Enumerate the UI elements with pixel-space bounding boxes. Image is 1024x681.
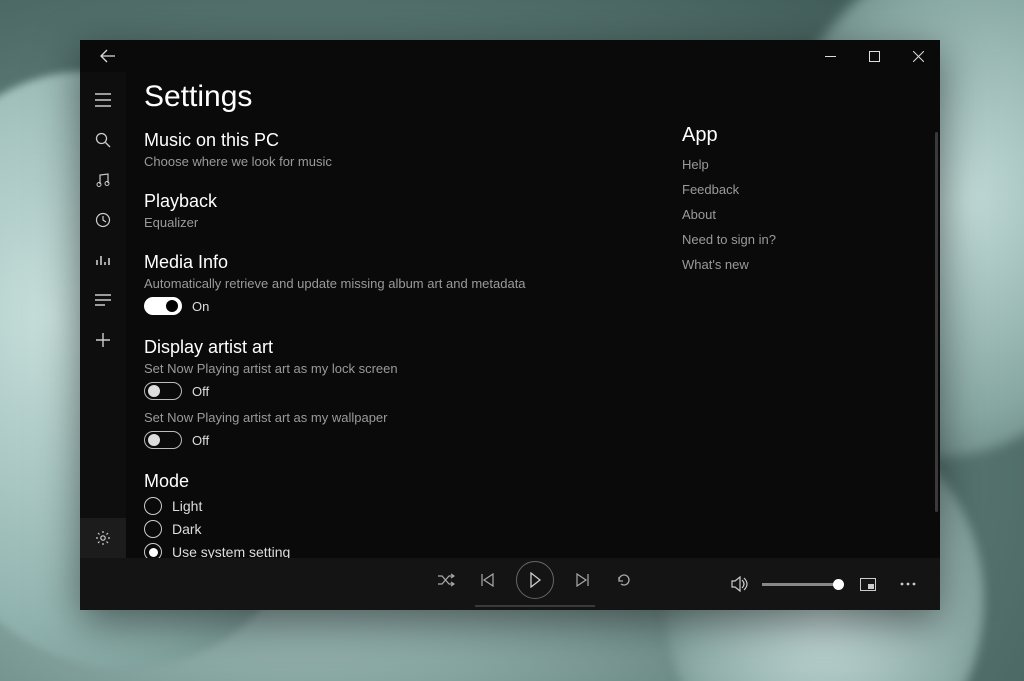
titlebar	[80, 40, 940, 72]
clock-icon	[95, 212, 111, 228]
playlists-button[interactable]	[80, 280, 126, 320]
next-button[interactable]	[568, 566, 596, 594]
more-button[interactable]	[894, 570, 922, 598]
section-heading: Media Info	[144, 252, 652, 273]
add-playlist-button[interactable]	[80, 320, 126, 360]
close-button[interactable]	[896, 40, 940, 72]
repeat-button[interactable]	[610, 566, 638, 594]
wallpaper-description: Set Now Playing artist art as my wallpap…	[144, 410, 652, 425]
app-heading: App	[682, 124, 912, 147]
more-icon	[900, 582, 916, 586]
radio-label: Use system setting	[172, 544, 290, 558]
section-heading: Playback	[144, 191, 652, 212]
page-title: Settings	[144, 80, 652, 114]
shuffle-button[interactable]	[432, 566, 460, 594]
playlist-icon	[95, 293, 111, 307]
lockscreen-description: Set Now Playing artist art as my lock sc…	[144, 361, 652, 376]
volume-icon	[731, 576, 749, 592]
progress-bar[interactable]	[475, 605, 595, 607]
lockscreen-toggle[interactable]	[144, 382, 182, 400]
section-description: Automatically retrieve and update missin…	[144, 276, 652, 291]
search-icon	[95, 132, 111, 148]
feedback-link[interactable]: Feedback	[682, 182, 912, 197]
my-music-button[interactable]	[80, 160, 126, 200]
section-music: Music on this PC Choose where we look fo…	[144, 130, 652, 169]
toggle-state-label: On	[192, 299, 209, 314]
gear-icon	[95, 530, 111, 546]
mode-option-dark[interactable]: Dark	[144, 520, 652, 538]
app-side-column: App Help Feedback About Need to sign in?…	[682, 78, 912, 548]
section-heading: Mode	[144, 471, 652, 492]
mode-option-light[interactable]: Light	[144, 497, 652, 515]
shuffle-icon	[437, 573, 455, 587]
app-window: Settings Music on this PC Choose where w…	[80, 40, 940, 610]
volume-button[interactable]	[726, 570, 754, 598]
maximize-button[interactable]	[852, 40, 896, 72]
section-media-info: Media Info Automatically retrieve and up…	[144, 252, 652, 315]
help-link[interactable]: Help	[682, 157, 912, 172]
minimize-icon	[825, 51, 836, 62]
equalizer-bars-icon	[95, 252, 111, 268]
back-button[interactable]	[92, 40, 124, 72]
signin-link[interactable]: Need to sign in?	[682, 232, 912, 247]
section-heading: Music on this PC	[144, 130, 652, 151]
plus-icon	[96, 333, 110, 347]
now-playing-button[interactable]	[80, 240, 126, 280]
hamburger-icon	[95, 93, 111, 107]
skip-next-icon	[574, 573, 590, 587]
content-area: Settings Music on this PC Choose where w…	[126, 72, 940, 558]
radio-label: Light	[172, 498, 202, 514]
section-playback: Playback Equalizer	[144, 191, 652, 230]
play-icon	[528, 572, 542, 588]
previous-button[interactable]	[474, 566, 502, 594]
repeat-icon	[616, 572, 632, 588]
player-bar	[80, 558, 940, 610]
where-we-look-link[interactable]: Choose where we look for music	[144, 154, 652, 169]
play-button[interactable]	[516, 561, 554, 599]
equalizer-link[interactable]: Equalizer	[144, 215, 652, 230]
settings-button[interactable]	[80, 518, 126, 558]
mode-option-system[interactable]: Use system setting	[144, 543, 652, 558]
toggle-state-label: Off	[192, 433, 209, 448]
section-mode: Mode Light Dark Use system setting	[144, 471, 652, 558]
toggle-state-label: Off	[192, 384, 209, 399]
search-button[interactable]	[80, 120, 126, 160]
section-artist-art: Display artist art Set Now Playing artis…	[144, 337, 652, 449]
minimize-button[interactable]	[808, 40, 852, 72]
hamburger-button[interactable]	[80, 80, 126, 120]
music-note-icon	[95, 172, 111, 188]
close-icon	[913, 51, 924, 62]
media-info-toggle[interactable]	[144, 297, 182, 315]
radio-label: Dark	[172, 521, 202, 537]
miniplayer-icon	[860, 578, 876, 591]
sidebar	[80, 72, 126, 558]
about-link[interactable]: About	[682, 207, 912, 222]
volume-slider[interactable]	[762, 583, 842, 586]
scrollbar[interactable]	[935, 132, 938, 512]
arrow-left-icon	[100, 48, 116, 64]
maximize-icon	[869, 51, 880, 62]
miniplayer-button[interactable]	[854, 570, 882, 598]
wallpaper-toggle[interactable]	[144, 431, 182, 449]
section-heading: Display artist art	[144, 337, 652, 358]
whatsnew-link[interactable]: What's new	[682, 257, 912, 272]
recent-button[interactable]	[80, 200, 126, 240]
skip-previous-icon	[480, 573, 496, 587]
